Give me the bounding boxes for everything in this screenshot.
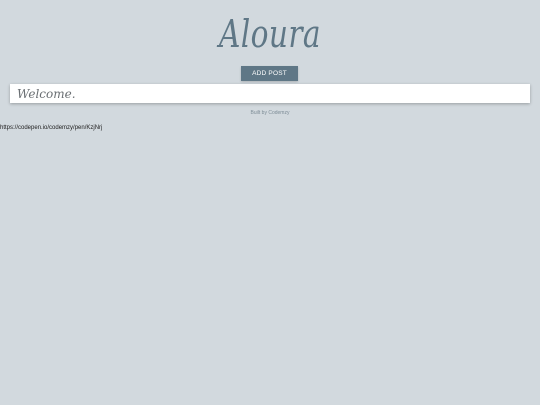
post-card (10, 84, 530, 103)
brand-logo: Aloura (218, 12, 322, 56)
page: Aloura ADD POST Built by Codemzy https:/… (0, 0, 540, 405)
status-url: https://codepen.io/codemzy/pen/KzjNrj (0, 125, 103, 131)
post-text-field[interactable] (10, 84, 530, 103)
credit-link[interactable]: Built by Codemzy (0, 110, 540, 117)
add-post-button[interactable]: ADD POST (241, 66, 298, 81)
